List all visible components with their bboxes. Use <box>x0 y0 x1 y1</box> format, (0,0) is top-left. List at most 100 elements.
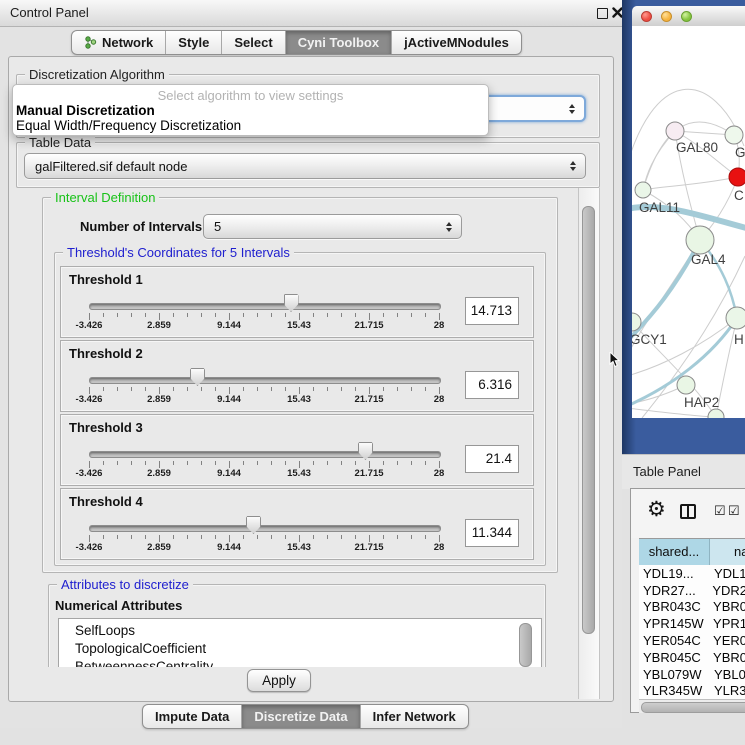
network-node-hap2[interactable] <box>677 376 695 394</box>
slider-track[interactable] <box>89 525 441 532</box>
network-node-gal80[interactable] <box>666 122 684 140</box>
minor-tick <box>243 461 244 465</box>
table-row[interactable]: YDR27...YDR2 <box>639 582 745 599</box>
major-tick <box>369 535 370 542</box>
network-canvas[interactable]: GAL80GACGAL11GAL4GCY1HHAP2 <box>632 26 745 418</box>
checkbox-icon[interactable]: ☑ <box>728 503 740 519</box>
split-columns-icon[interactable] <box>680 504 696 519</box>
close-traffic-light-icon[interactable] <box>641 11 652 22</box>
slider-track[interactable] <box>89 303 441 310</box>
tab-infer-network[interactable]: Infer Network <box>361 705 468 728</box>
major-tick <box>159 313 160 320</box>
table-row[interactable]: YLR345WYLR3 <box>639 683 745 699</box>
combo-arrows-icon[interactable] <box>569 104 575 114</box>
network-node-gal4[interactable] <box>686 226 714 254</box>
minor-tick <box>411 313 412 317</box>
threshold-value-field[interactable]: 14.713 <box>465 297 519 325</box>
minor-tick <box>243 535 244 539</box>
network-node-gal11[interactable] <box>635 182 651 198</box>
tick-label: 15.43 <box>277 394 321 405</box>
network-node[interactable] <box>708 409 724 418</box>
tab-network[interactable]: Network <box>72 31 166 54</box>
table-row[interactable]: YPR145WYPR1 <box>639 615 745 632</box>
table-row[interactable]: YBR043CYBR0 <box>639 599 745 616</box>
table-row[interactable]: YBR045CYBR0 <box>639 649 745 666</box>
major-tick <box>159 461 160 468</box>
minor-tick <box>383 535 384 539</box>
cell-name: YBR0 <box>708 599 745 614</box>
table-hscrollbar-thumb[interactable] <box>641 702 745 713</box>
major-tick <box>229 461 230 468</box>
tab-cyni-toolbox[interactable]: Cyni Toolbox <box>286 31 392 54</box>
column-header-shared-name[interactable]: shared... <box>639 539 710 565</box>
table-data-combobox[interactable]: galFiltered.sif default node <box>24 153 586 179</box>
minor-tick <box>257 535 258 539</box>
minimize-traffic-light-icon[interactable] <box>661 11 672 22</box>
algorithm-dropdown-popup: Select algorithm to view settings Manual… <box>12 84 489 136</box>
gear-icon[interactable]: ⚙ <box>647 497 666 522</box>
minor-tick <box>341 313 342 317</box>
table-row[interactable]: YDL19...YDL1 <box>639 565 745 582</box>
table-hscrollbar[interactable] <box>639 699 745 713</box>
minor-tick <box>257 461 258 465</box>
tick-label: 9.144 <box>207 320 251 331</box>
network-node-ga[interactable] <box>725 126 743 144</box>
apply-button[interactable]: Apply <box>247 669 311 692</box>
minor-tick <box>383 313 384 317</box>
minor-tick <box>243 387 244 391</box>
table-row[interactable]: YBL079WYBL0 <box>639 666 745 683</box>
tab-label: Select <box>234 31 272 54</box>
threshold-panel-1: Threshold 1-3.4262.8599.14415.4321.71528… <box>60 266 534 338</box>
minor-tick <box>341 387 342 391</box>
tab-impute-data[interactable]: Impute Data <box>143 705 242 728</box>
tick-label: 15.43 <box>277 468 321 479</box>
minor-tick <box>397 387 398 391</box>
node-label: H <box>734 332 744 347</box>
tick-label: 21.715 <box>347 542 391 553</box>
threshold-value-field[interactable]: 6.316 <box>465 371 519 399</box>
network-window-titlebar[interactable] <box>632 6 745 27</box>
threshold-label: Threshold 1 <box>69 272 143 287</box>
major-tick <box>299 313 300 320</box>
minor-tick <box>131 535 132 539</box>
checkbox-icon[interactable]: ☑ <box>714 503 726 519</box>
slider-track[interactable] <box>89 377 441 384</box>
tab-style[interactable]: Style <box>166 31 222 54</box>
minor-tick <box>173 387 174 391</box>
tick-label: 21.715 <box>347 394 391 405</box>
group-title: Interval Definition <box>51 190 159 205</box>
threshold-label: Threshold 3 <box>69 420 143 435</box>
network-node-h[interactable] <box>726 307 745 329</box>
popup-option-manual-discretization[interactable]: Manual Discretization <box>16 103 155 118</box>
major-tick <box>89 313 90 320</box>
threshold-value-field[interactable]: 21.4 <box>465 445 519 473</box>
tab-jactivemnodules[interactable]: jActiveMNodules <box>392 31 521 54</box>
list-item-betweennesscentrality[interactable]: BetweennessCentrality <box>59 658 541 667</box>
popup-option-equal-width-frequency[interactable]: Equal Width/Frequency Discretization <box>16 118 241 133</box>
list-scrollbar-thumb[interactable] <box>519 623 532 667</box>
list-item-topologicalcoefficient[interactable]: TopologicalCoefficient <box>59 640 541 658</box>
zoom-traffic-light-icon[interactable] <box>681 11 692 22</box>
slider-track[interactable] <box>89 451 441 458</box>
threshold-value-field[interactable]: 11.344 <box>465 519 519 547</box>
panel-title: Control Panel <box>10 5 89 20</box>
cell-shared-name: YBR043C <box>639 599 708 614</box>
table-panel-title: Table Panel <box>633 464 701 479</box>
number-of-intervals-spinner[interactable]: 5 <box>203 214 462 239</box>
tick-label: 15.43 <box>277 320 321 331</box>
tab-discretize-data[interactable]: Discretize Data <box>242 705 360 728</box>
numerical-attributes-list[interactable]: SelfLoopsTopologicalCoefficientBetweenne… <box>58 618 542 667</box>
list-item-selfloops[interactable]: SelfLoops <box>59 622 541 640</box>
float-window-icon[interactable] <box>597 8 608 19</box>
tick-label: -3.426 <box>67 468 111 479</box>
tab-select[interactable]: Select <box>222 31 285 54</box>
combo-arrows-icon[interactable] <box>570 161 576 171</box>
threshold-label: Threshold 2 <box>69 346 143 361</box>
node-label: C <box>734 188 744 203</box>
network-node-c[interactable] <box>729 168 745 186</box>
column-header-name[interactable]: na <box>710 539 745 565</box>
table-row[interactable]: YER054CYER0 <box>639 632 745 649</box>
spinner-arrows-icon[interactable] <box>446 222 452 232</box>
group-title: Discretization Algorithm <box>25 67 169 82</box>
node-label: GAL11 <box>639 200 680 215</box>
